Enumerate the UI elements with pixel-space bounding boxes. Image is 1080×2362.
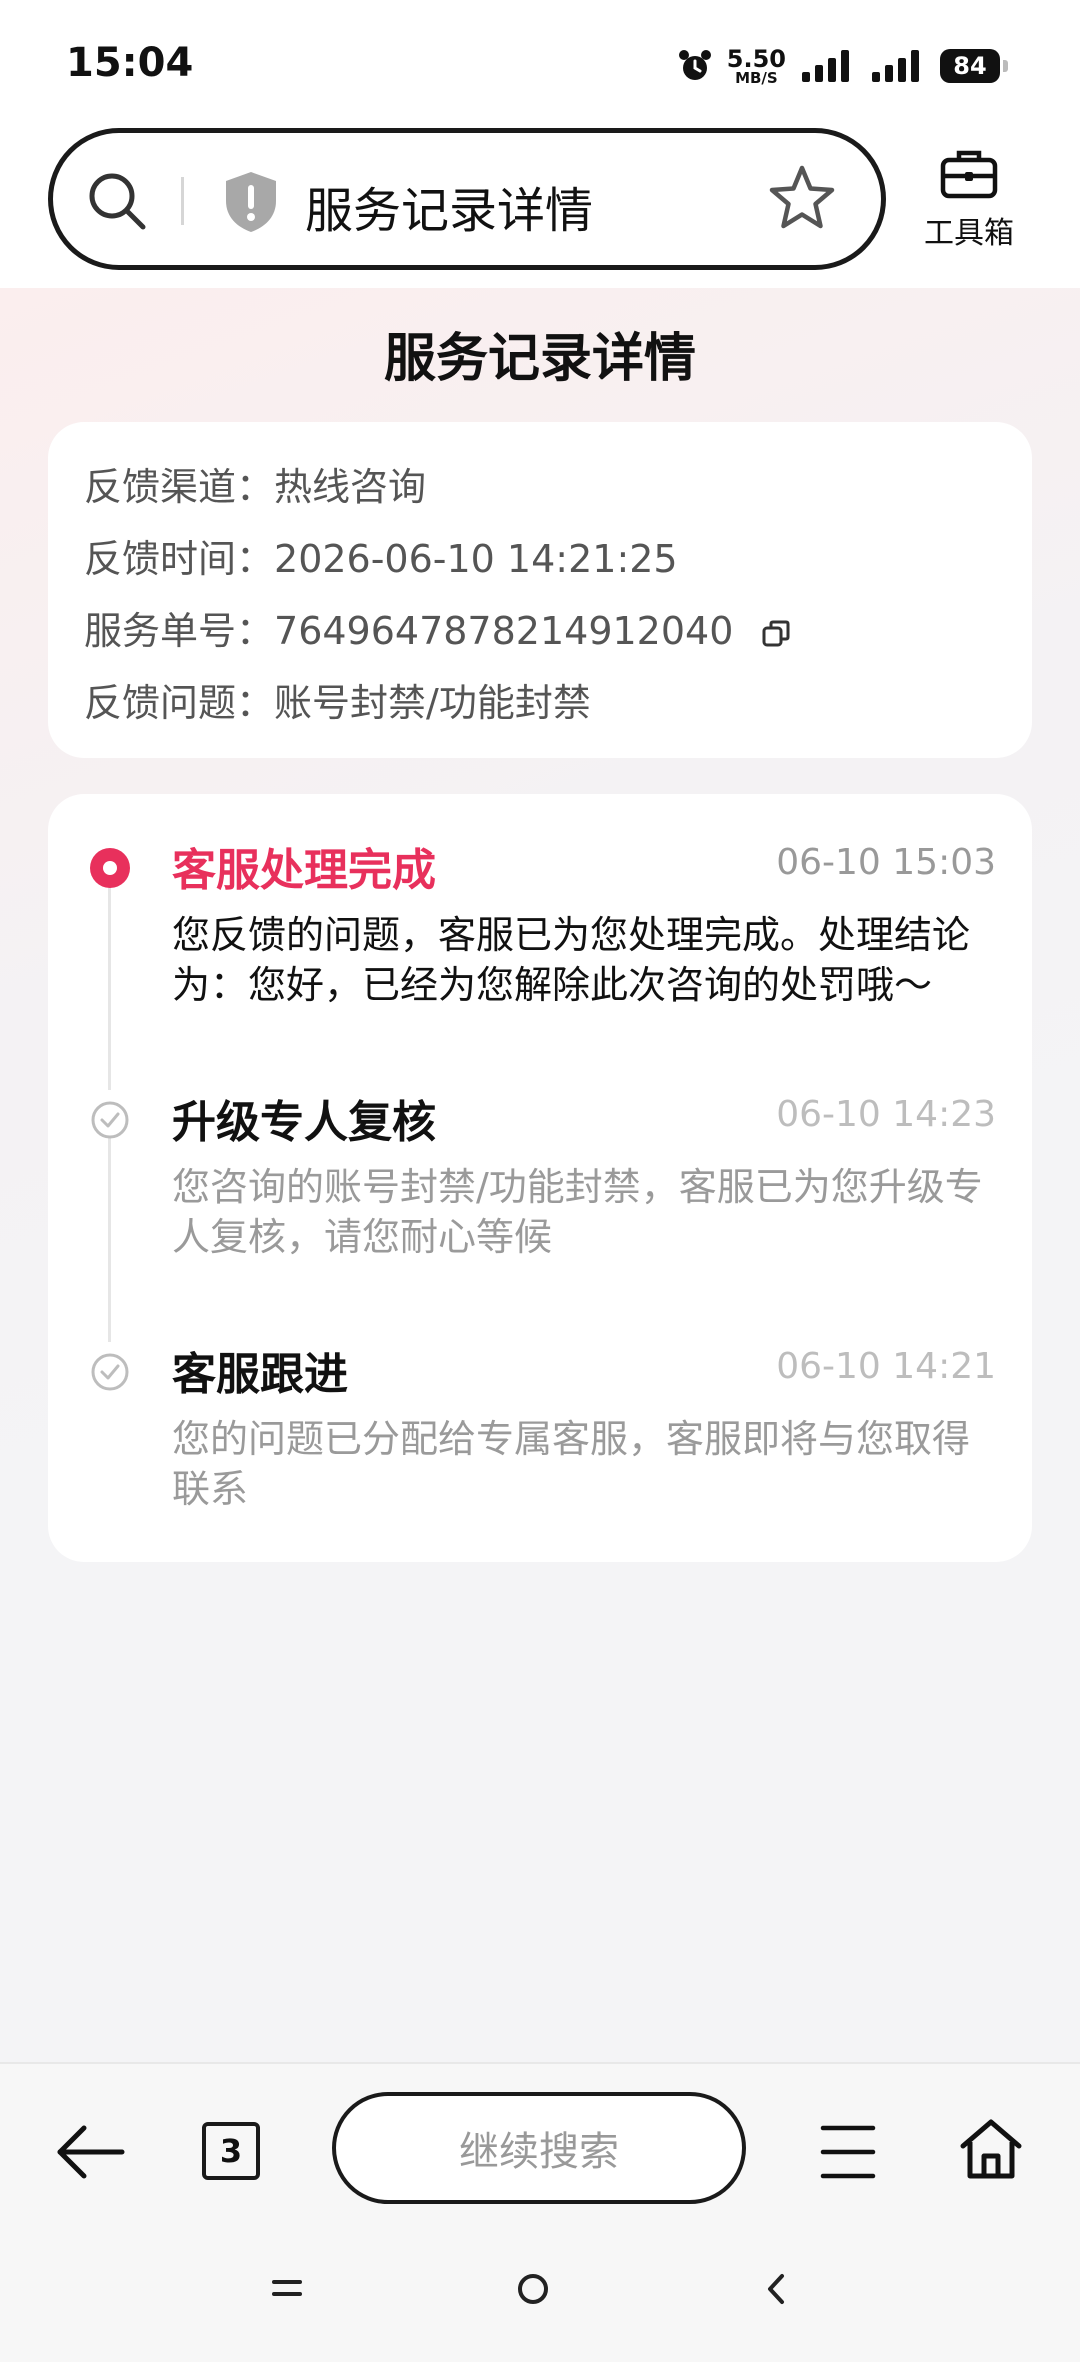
timeline-connector [108,1120,111,1342]
page-title: 服务记录详情 [383,329,696,389]
timeline-title: 客服跟进 [172,1349,348,1400]
network-speed: 5.50 MB/S [727,47,786,86]
toolbox-icon [940,150,998,199]
check-circle-icon [91,1101,129,1139]
timeline-desc: 您的问题已分配给专属客服，客服即将与您取得联系 [172,1417,971,1511]
address-text[interactable]: 服务记录详情 [305,171,593,241]
copy-icon[interactable] [761,619,791,649]
address-bar[interactable]: 服务记录详情 [48,128,886,270]
timeline-active-dot [90,848,130,888]
info-key: 反馈时间： [84,537,275,581]
timeline-desc: 您反馈的问题，客服已为您处理完成。处理结论为：您好，已经为您解除此次咨询的处罚哦… [172,913,971,1007]
info-value: 账号封禁/功能封禁 [274,681,591,725]
timeline-connector [108,868,111,1090]
star-icon[interactable] [767,163,837,233]
info-value: 7649647878214912040 [274,609,734,653]
browser-header: 服务记录详情 工具箱 [0,128,1080,288]
signal-icon-2 [872,50,919,82]
search-icon[interactable] [85,169,149,233]
system-home-icon[interactable] [516,2272,550,2306]
status-time: 15:04 [66,40,194,86]
system-recents-icon[interactable] [272,2276,302,2300]
timeline-time: 06-10 14:23 [776,1094,996,1135]
search-divider [181,177,184,225]
toolbox-label: 工具箱 [924,216,1014,251]
timeline-time: 06-10 14:21 [776,1346,996,1387]
info-card: 反馈渠道：热线咨询 反馈时间：2026-06-10 14:21:25 服务单号：… [48,422,1032,758]
home-icon[interactable] [958,2116,1024,2182]
info-key: 反馈问题： [84,681,275,725]
info-key: 反馈渠道： [84,465,275,509]
info-value: 2026-06-10 14:21:25 [274,537,678,581]
timeline-time: 06-10 15:03 [776,842,996,883]
info-row-issue: 反馈问题：账号封禁/功能封禁 [84,672,591,727]
back-arrow-icon[interactable] [54,2122,126,2182]
timeline-title: 客服处理完成 [172,845,436,896]
info-row-time: 反馈时间：2026-06-10 14:21:25 [84,528,678,583]
alarm-icon [678,50,711,80]
timeline-card: 客服处理完成 06-10 15:03 您反馈的问题，客服已为您处理完成。处理结论… [48,794,1032,1562]
network-speed-value: 5.50 [726,44,786,73]
toolbox-button[interactable]: 工具箱 [914,148,1024,252]
info-value: 热线咨询 [274,465,427,509]
info-row-channel: 反馈渠道：热线咨询 [84,456,426,511]
bottom-toolbar: 3 继续搜索 [0,2062,1080,2362]
tab-count-button[interactable]: 3 [202,2122,260,2180]
system-back-icon[interactable] [764,2272,788,2306]
shield-warning-icon[interactable] [221,169,281,235]
battery-indicator: 84 [940,49,1008,83]
info-row-service-number: 服务单号：7649647878214912040 [84,600,791,655]
status-bar: 15:04 5.50 MB/S 84 [0,0,1080,128]
check-circle-icon [91,1353,129,1391]
info-key: 服务单号： [84,609,275,653]
timeline-desc: 您咨询的账号封禁/功能封禁，客服已为您升级专人复核，请您耐心等候 [172,1165,983,1259]
menu-icon[interactable] [820,2122,876,2182]
status-indicators: 5.50 MB/S 84 [677,44,1008,88]
timeline-title: 升级专人复核 [172,1097,436,1148]
network-speed-unit: MB/S [735,68,778,87]
signal-icon [802,50,849,82]
continue-search-button[interactable]: 继续搜索 [332,2092,746,2204]
